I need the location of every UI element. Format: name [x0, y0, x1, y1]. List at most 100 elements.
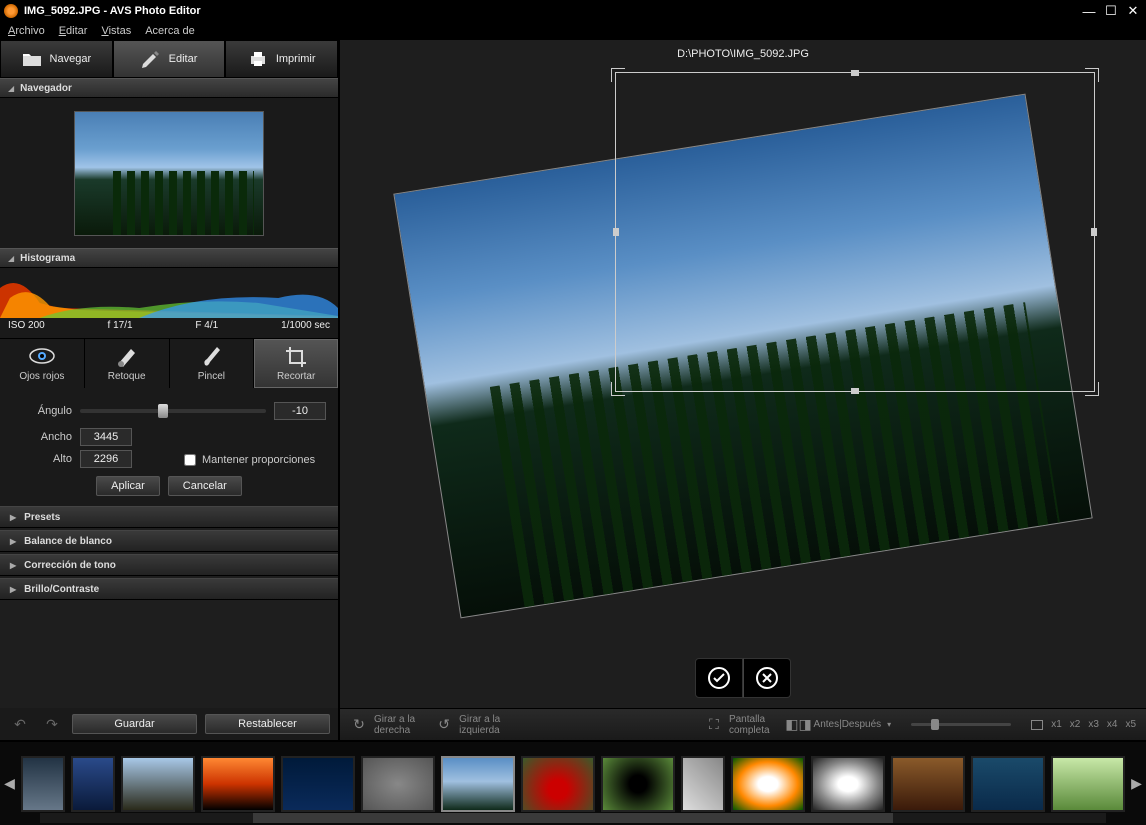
- navigator-preview[interactable]: [0, 98, 338, 248]
- preview-thumbnail: [74, 111, 264, 236]
- rotate-right-button[interactable]: ↻ Girar a laderecha: [350, 714, 415, 736]
- angle-value[interactable]: -10: [274, 402, 326, 420]
- brightness-contrast-label: Brillo/Contraste: [24, 584, 99, 595]
- pencil-icon: [141, 50, 161, 68]
- thumbnail-item[interactable]: [601, 756, 675, 812]
- crop-handle-tc[interactable]: [851, 70, 859, 76]
- rotate-left-button[interactable]: ↺ Girar a laizquierda: [435, 714, 500, 736]
- crop-handle-tr[interactable]: [1085, 68, 1099, 82]
- reset-button[interactable]: Restablecer: [205, 714, 330, 734]
- folder-icon: [22, 50, 42, 68]
- zoom-x5[interactable]: x5: [1125, 719, 1136, 730]
- tool-crop[interactable]: Recortar: [254, 339, 338, 388]
- apply-button[interactable]: Aplicar: [96, 476, 160, 496]
- zoom-x3[interactable]: x3: [1088, 719, 1099, 730]
- thumbnail-item[interactable]: [441, 756, 515, 812]
- rotate-left-icon: ↺: [435, 717, 453, 733]
- collapse-icon: ◢: [8, 254, 14, 263]
- navigator-header[interactable]: ◢ Navegador: [0, 78, 338, 98]
- mode-tabs: Navegar Editar Imprimir: [0, 40, 338, 78]
- confirm-buttons: [340, 648, 1146, 708]
- undo-button[interactable]: ↶: [8, 715, 32, 733]
- crop-handle-tl[interactable]: [611, 68, 625, 82]
- minimize-button[interactable]: —: [1080, 3, 1098, 19]
- crop-handle-bc[interactable]: [851, 388, 859, 394]
- left-sidebar: Navegar Editar Imprimir ◢ Navegador ◢ Hi…: [0, 40, 340, 740]
- panel-brightness-contrast[interactable]: ▶ Brillo/Contraste: [0, 578, 338, 600]
- crop-handle-rc[interactable]: [1091, 228, 1097, 236]
- tab-print[interactable]: Imprimir: [225, 40, 338, 78]
- panel-tone-correction[interactable]: ▶ Corrección de tono: [0, 554, 338, 576]
- tool-red-eye-label: Ojos rojos: [19, 371, 64, 382]
- thumbnail-item[interactable]: [521, 756, 595, 812]
- bottom-toolbar: ↻ Girar a laderecha ↺ Girar a laizquierd…: [340, 708, 1146, 740]
- redo-button[interactable]: ↷: [40, 715, 64, 733]
- thumbnail-scrollbar[interactable]: [40, 813, 1106, 823]
- fit-to-screen-button[interactable]: [1031, 720, 1043, 730]
- close-button[interactable]: ✕: [1124, 3, 1142, 19]
- thumbnail-item[interactable]: [201, 756, 275, 812]
- crop-controls: Ángulo -10 Ancho 3445 Mantener proporcio…: [0, 388, 338, 506]
- tools-row: Ojos rojos Retoque Pincel Recortar: [0, 338, 338, 388]
- zoom-x2[interactable]: x2: [1070, 719, 1081, 730]
- menu-acerca[interactable]: Acerca de: [145, 25, 195, 37]
- confirm-reject-button[interactable]: [743, 658, 791, 698]
- check-icon: [707, 666, 731, 690]
- canvas-viewport[interactable]: [340, 64, 1146, 648]
- crop-handle-bl[interactable]: [611, 382, 625, 396]
- thumbnail-strip: ◀ ▶: [0, 740, 1146, 825]
- menu-archivo[interactable]: AArchivorchivo: [8, 25, 45, 37]
- before-after-button[interactable]: ◧◨ Antes|Después ▾: [790, 717, 892, 733]
- crop-icon: [282, 345, 310, 367]
- eye-icon: [28, 345, 56, 367]
- zoom-slider[interactable]: [911, 723, 1011, 726]
- height-value[interactable]: 2296: [80, 450, 132, 468]
- thumbnail-item[interactable]: [361, 756, 435, 812]
- tab-print-label: Imprimir: [276, 53, 316, 65]
- menu-vistas[interactable]: Vistas: [101, 25, 131, 37]
- thumbnail-item[interactable]: [281, 756, 355, 812]
- fullscreen-icon: ⛶: [705, 717, 723, 733]
- zoom-x1[interactable]: x1: [1051, 719, 1062, 730]
- save-button[interactable]: Guardar: [72, 714, 197, 734]
- cancel-button[interactable]: Cancelar: [168, 476, 242, 496]
- maximize-button[interactable]: ☐: [1102, 3, 1120, 19]
- keep-proportions-label: Mantener proporciones: [202, 454, 315, 466]
- thumbnail-item[interactable]: [681, 756, 725, 812]
- panel-presets[interactable]: ▶ Presets: [0, 506, 338, 528]
- thumb-next-button[interactable]: ▶: [1131, 754, 1142, 814]
- panel-white-balance[interactable]: ▶ Balance de blanco: [0, 530, 338, 552]
- white-balance-label: Balance de blanco: [24, 536, 112, 547]
- menu-editar[interactable]: Editar: [59, 25, 88, 37]
- thumbnail-item[interactable]: [71, 756, 115, 812]
- tool-red-eye[interactable]: Ojos rojos: [0, 339, 85, 388]
- expand-icon: ▶: [10, 537, 16, 546]
- tool-retouch-label: Retoque: [108, 371, 146, 382]
- thumbnail-item[interactable]: [891, 756, 965, 812]
- angle-label: Ángulo: [12, 405, 72, 417]
- width-value[interactable]: 3445: [80, 428, 132, 446]
- thumbnail-item[interactable]: [121, 756, 195, 812]
- crop-handle-br[interactable]: [1085, 382, 1099, 396]
- histogram-label: Histograma: [20, 253, 75, 264]
- angle-slider[interactable]: [80, 409, 266, 413]
- zoom-x4[interactable]: x4: [1107, 719, 1118, 730]
- keep-proportions-checkbox[interactable]: [184, 454, 196, 466]
- fullscreen-button[interactable]: ⛶ Pantallacompleta: [705, 714, 770, 736]
- thumbnail-item[interactable]: [21, 756, 65, 812]
- tool-brush[interactable]: Pincel: [170, 339, 255, 388]
- tool-retouch[interactable]: Retoque: [85, 339, 170, 388]
- histogram-header[interactable]: ◢ Histograma: [0, 248, 338, 268]
- exif-shutter: 1/1000 sec: [281, 320, 330, 331]
- thumb-prev-button[interactable]: ◀: [4, 754, 15, 814]
- tab-edit[interactable]: Editar: [113, 40, 226, 78]
- thumbnail-item[interactable]: [811, 756, 885, 812]
- thumbnail-item[interactable]: [971, 756, 1045, 812]
- crop-handle-lc[interactable]: [613, 228, 619, 236]
- crop-rectangle[interactable]: [615, 72, 1095, 392]
- thumbnail-item[interactable]: [731, 756, 805, 812]
- confirm-accept-button[interactable]: [695, 658, 743, 698]
- expand-icon: ▶: [10, 561, 16, 570]
- tab-browse[interactable]: Navegar: [0, 40, 113, 78]
- thumbnail-item[interactable]: [1051, 756, 1125, 812]
